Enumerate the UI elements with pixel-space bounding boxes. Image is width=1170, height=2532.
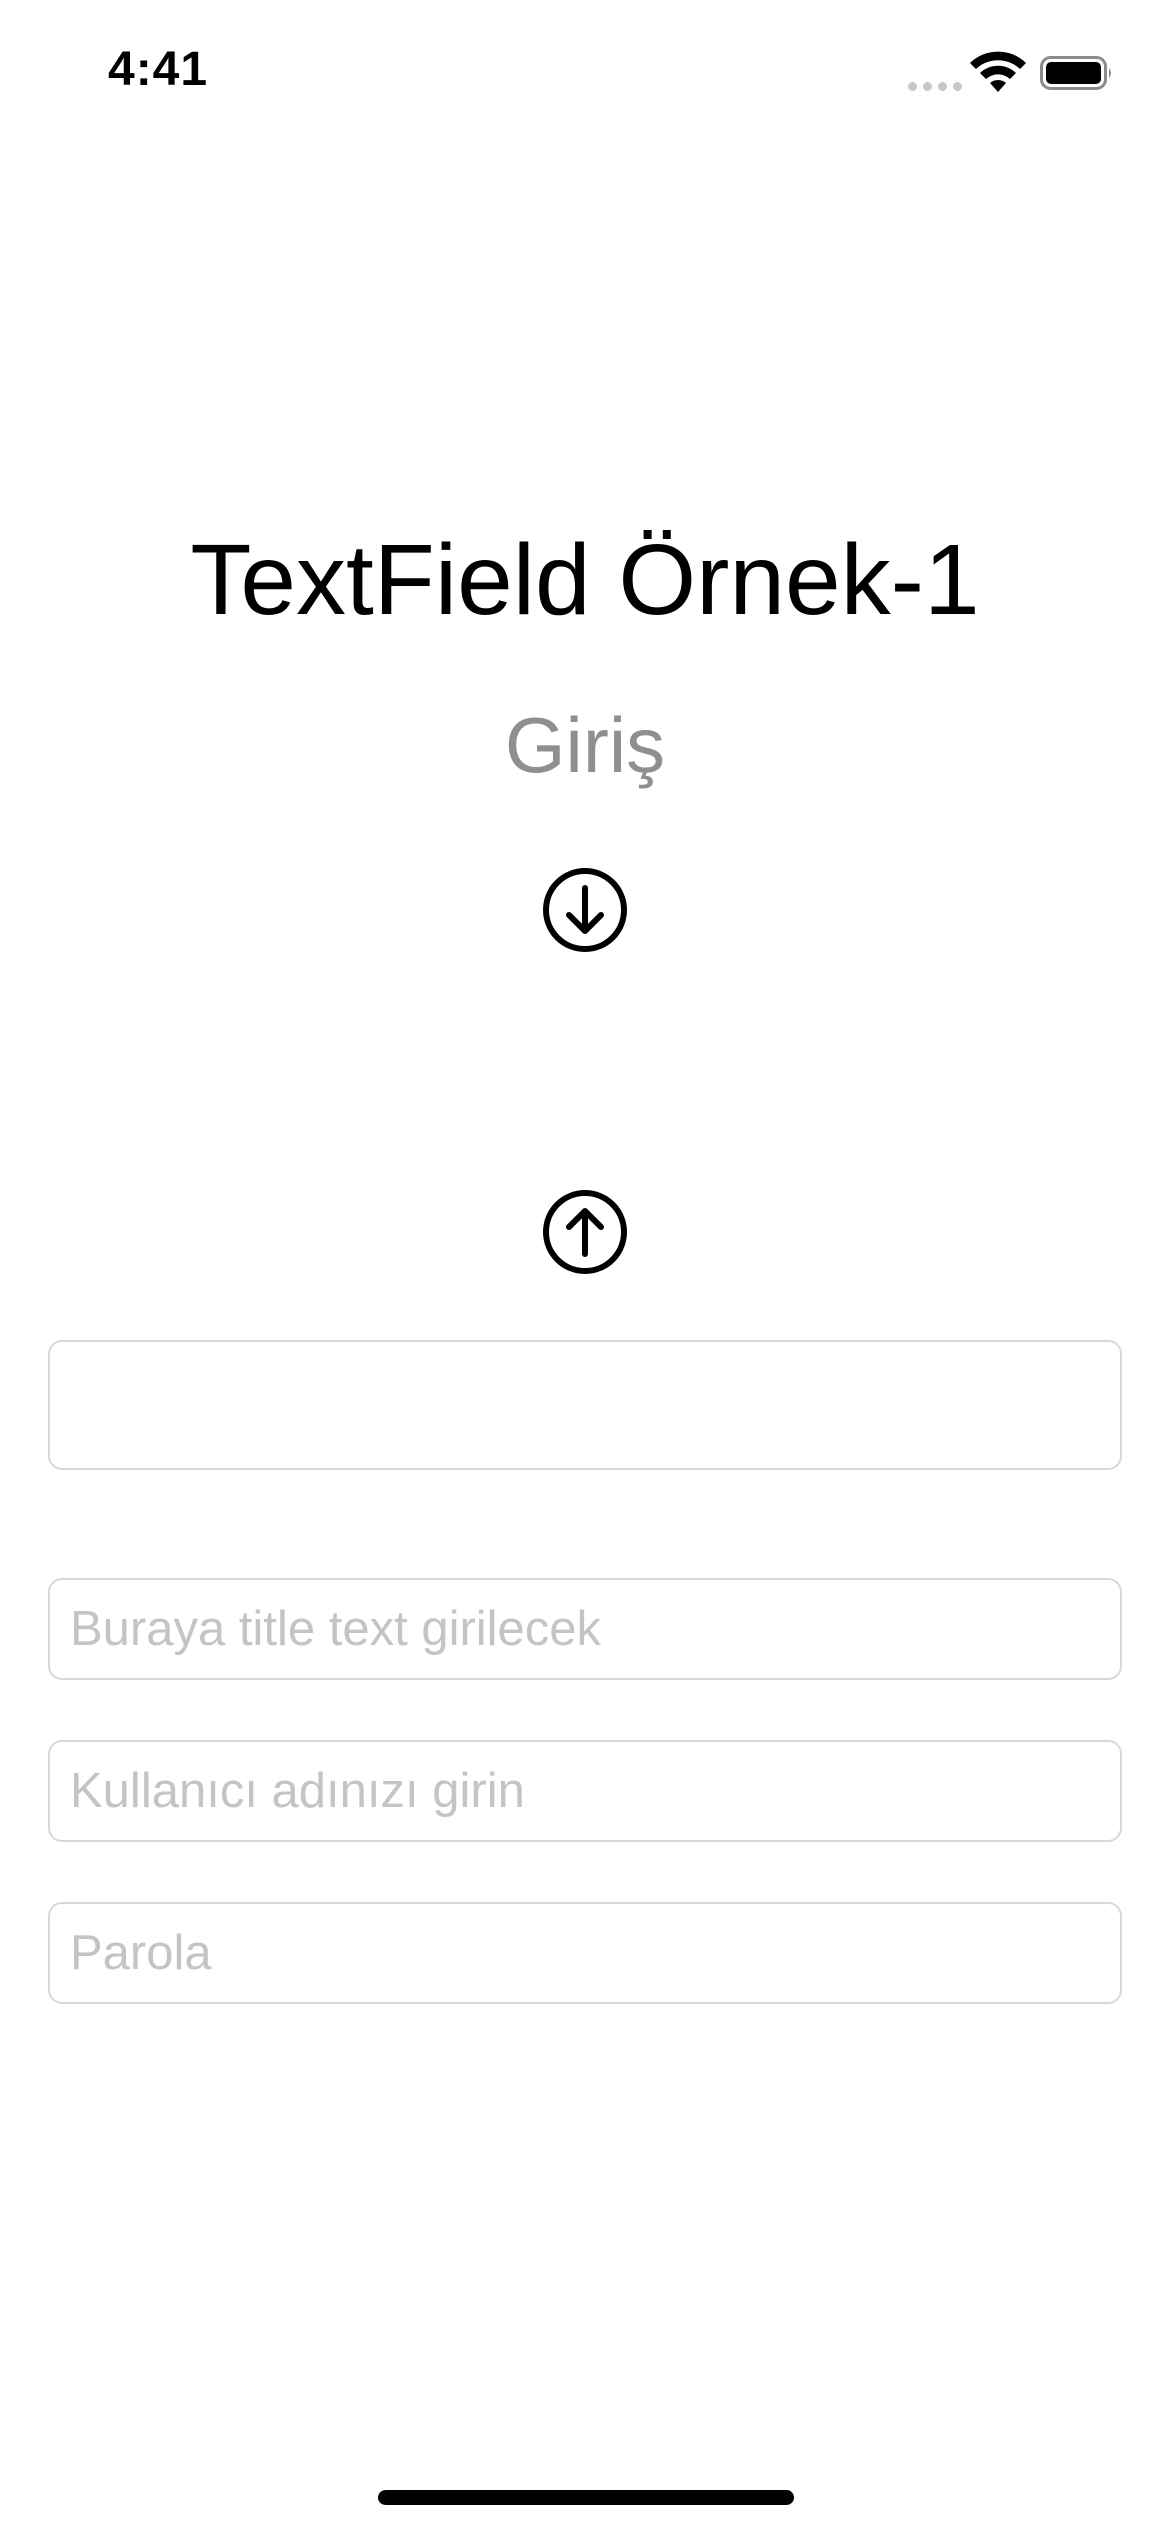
username-field[interactable] [48,1740,1122,1842]
password-field[interactable] [48,1902,1122,2004]
title-text-field[interactable] [48,1578,1122,1680]
status-time: 4:41 [108,43,209,96]
status-bar: 4:41 [0,0,1170,140]
home-indicator[interactable] [378,2490,794,2505]
page-title: TextField Örnek-1 [190,524,980,636]
arrow-up-circle-icon[interactable] [541,1188,629,1276]
arrow-down-circle-icon[interactable] [541,866,629,954]
wifi-icon [970,51,1026,92]
battery-icon [1040,56,1111,90]
page-subtitle: Giriş [504,701,666,789]
large-text-field[interactable] [48,1340,1122,1470]
cellular-signal-icon [908,82,962,91]
